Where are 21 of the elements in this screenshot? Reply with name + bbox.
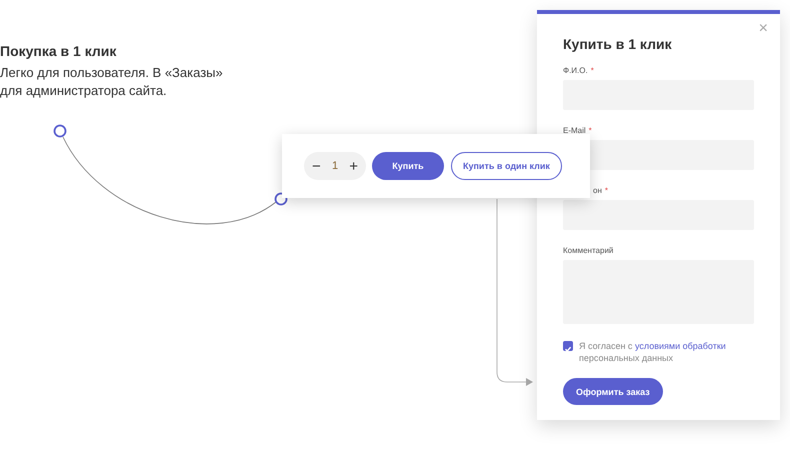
buy-button[interactable]: Купить — [372, 152, 444, 180]
required-mark: * — [588, 126, 592, 135]
field-label: E-Mail — [563, 126, 586, 135]
quantity-value: 1 — [332, 160, 338, 172]
anchor-circle[interactable] — [54, 124, 66, 138]
consent-text: Я согласен с условиями обработки персональных данных — [579, 340, 727, 364]
field-label: он — [593, 186, 602, 195]
field-label: Комментарий — [563, 246, 614, 255]
required-mark: * — [604, 186, 608, 195]
input-field[interactable] — [563, 200, 754, 230]
modal-title: Купить в 1 клик — [563, 36, 673, 52]
callout-title: Покупка в 1 клик — [0, 43, 118, 59]
field-label: Ф.И.О. — [563, 66, 588, 75]
required-mark: * — [590, 66, 594, 75]
submit-button[interactable]: Оформить заказ — [563, 378, 663, 405]
callout-description: Легко для пользователя. В «Заказы» для администратора сайта. — [0, 64, 224, 100]
increase-button[interactable]: + — [349, 158, 358, 174]
decrease-button[interactable]: − — [312, 158, 321, 174]
terms-link[interactable]: условиями обработки — [634, 341, 726, 351]
checkbox[interactable] — [563, 341, 573, 351]
buy-button[interactable]: Купить в один клик — [451, 152, 562, 180]
